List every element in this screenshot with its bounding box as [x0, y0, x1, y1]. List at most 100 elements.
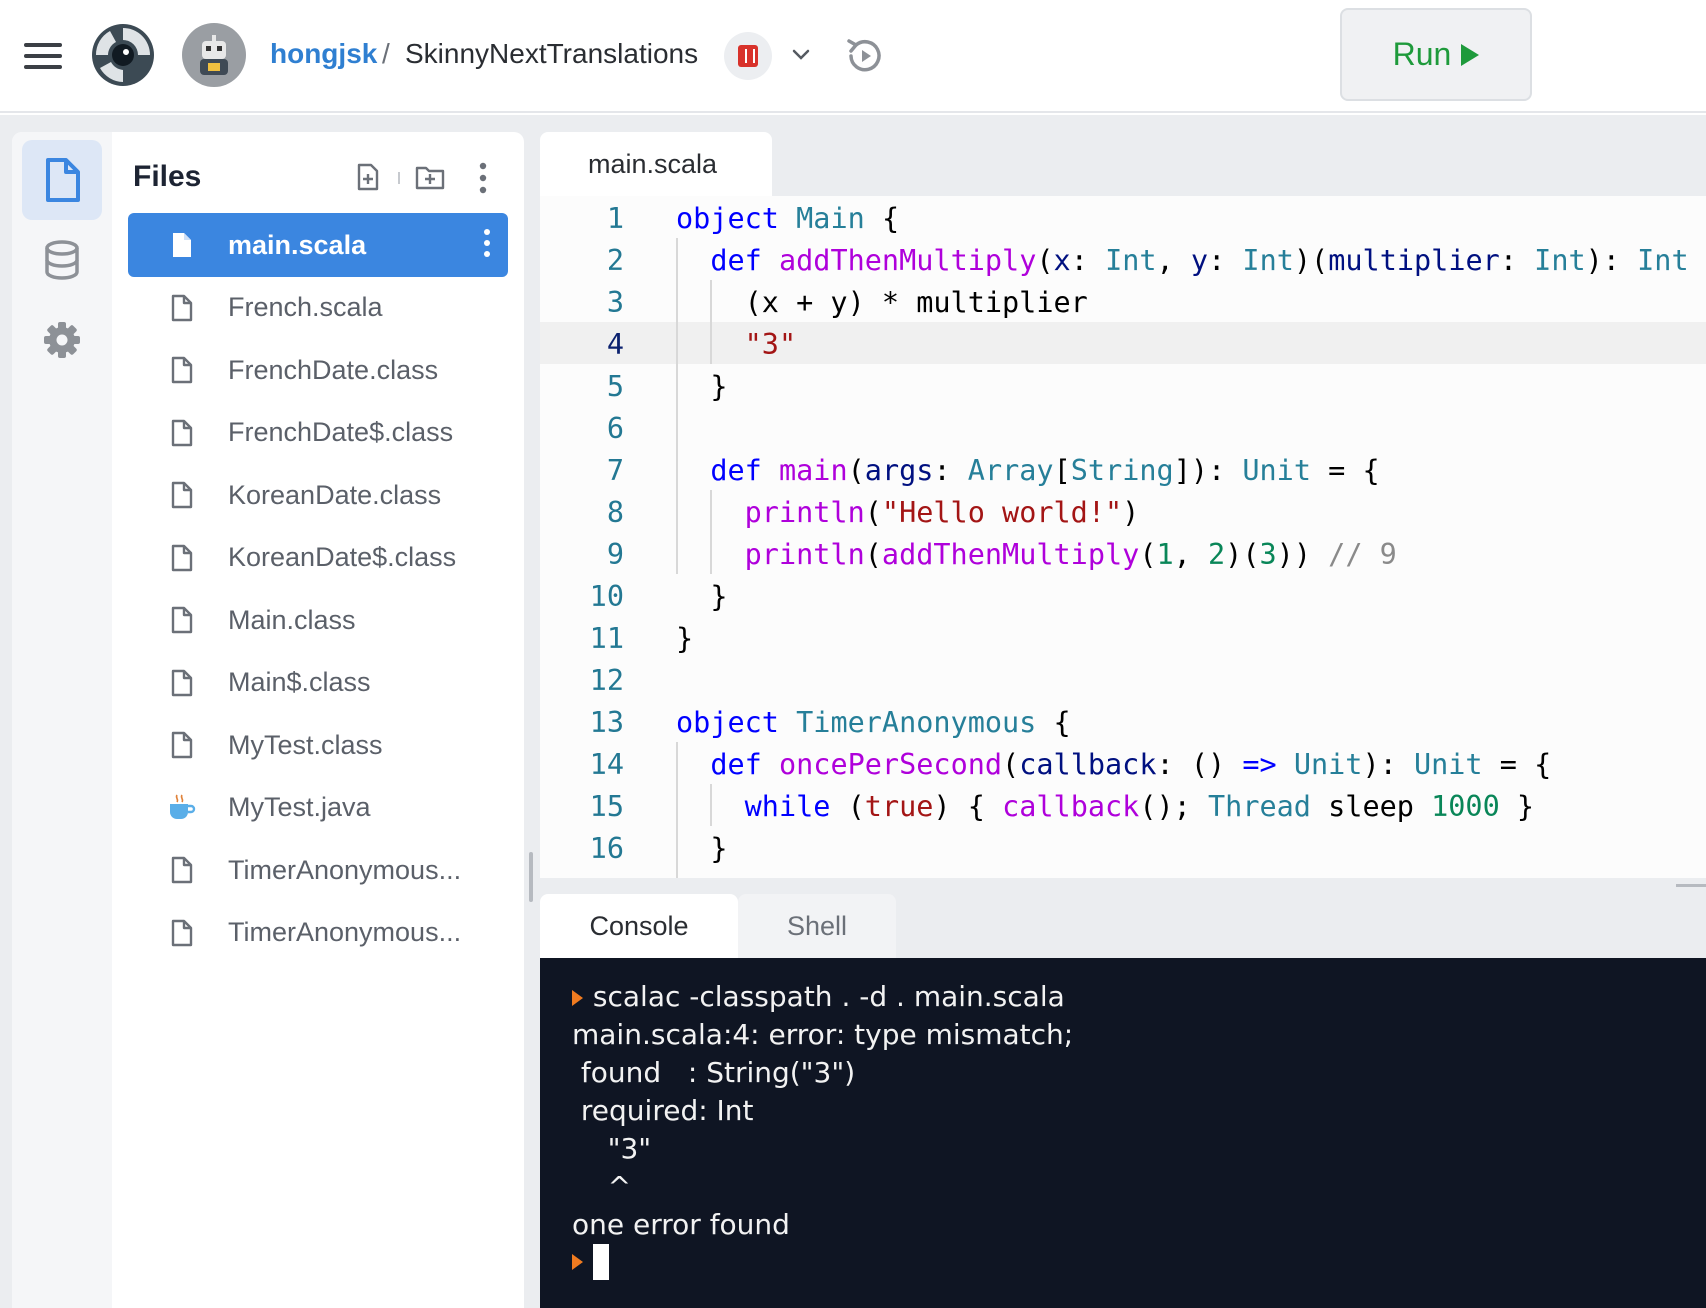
- file-item[interactable]: main.scala: [128, 213, 508, 277]
- code-text: println("Hello world!"): [744, 496, 1140, 529]
- code-text: (x + y) * multiplier: [744, 286, 1088, 319]
- history-icon[interactable]: [843, 34, 887, 78]
- file-name: FrenchDate.class: [228, 354, 439, 385]
- console-input-line[interactable]: [572, 1244, 609, 1280]
- console-output[interactable]: scalac -classpath . -d . main.scala main…: [540, 958, 1706, 1308]
- code-text: }: [676, 622, 694, 655]
- new-file-icon[interactable]: [354, 162, 382, 192]
- files-tool-button[interactable]: [22, 140, 102, 220]
- file-item[interactable]: TimerAnonymous...: [128, 838, 508, 902]
- top-bar: hongjsk / SkinnyNextTranslations Run: [0, 0, 1706, 113]
- file-options-icon[interactable]: [484, 229, 490, 261]
- file-item[interactable]: KoreanDate.class: [128, 463, 508, 527]
- file-name: MyTest.java: [228, 792, 371, 822]
- gear-icon: [44, 322, 80, 358]
- file-icon: [170, 356, 194, 384]
- console-line: one error found: [572, 1208, 790, 1241]
- pane-resize-handle[interactable]: [529, 852, 533, 902]
- line-number: 2: [606, 244, 624, 277]
- console-line: ^: [572, 1170, 632, 1203]
- code-line: 6: [540, 406, 1706, 448]
- chevron-down-icon[interactable]: [790, 44, 812, 66]
- line-number: 11: [589, 622, 624, 655]
- code-text: println(addThenMultiply(1, 2)(3)) // 9: [744, 538, 1397, 571]
- line-number: 12: [589, 664, 624, 697]
- settings-tool-button[interactable]: [22, 300, 102, 380]
- file-icon: [170, 544, 194, 572]
- code-line: 1 object Main {: [540, 196, 1706, 238]
- file-item[interactable]: Main.class: [128, 588, 508, 652]
- file-item[interactable]: FrenchDate.class: [128, 338, 508, 402]
- console-line: required: Int: [572, 1094, 754, 1127]
- play-icon: [1461, 43, 1480, 66]
- file-item[interactable]: FrenchDate$.class: [128, 401, 508, 465]
- line-number: 6: [606, 412, 624, 445]
- text-cursor: [592, 1244, 609, 1280]
- code-text: "3": [744, 328, 797, 361]
- file-icon: [170, 231, 194, 259]
- file-icon: [170, 731, 194, 759]
- code-line: 8 println("Hello world!"): [540, 490, 1706, 532]
- code-line: 9 println(addThenMultiply(1, 2)(3)) // 9: [540, 532, 1706, 574]
- file-name: TimerAnonymous...: [228, 917, 462, 947]
- code-line: 16 }: [540, 826, 1706, 868]
- menu-icon[interactable]: [24, 43, 62, 69]
- code-text: def main(args: Array[String]): Unit = {: [710, 454, 1380, 487]
- database-icon: [45, 240, 79, 280]
- scala-language-icon[interactable]: [724, 32, 772, 80]
- file-item[interactable]: KoreanDate$.class: [128, 526, 508, 590]
- tab-console[interactable]: Console: [540, 894, 738, 958]
- console-tabs: Console Shell: [540, 892, 1706, 958]
- console-command-line: scalac -classpath . -d . main.scala: [572, 980, 1065, 1013]
- new-folder-icon[interactable]: [414, 162, 446, 192]
- file-name: Main$.class: [228, 667, 371, 697]
- code-line-current: 4 "3": [540, 322, 1706, 364]
- code-line: 10 }: [540, 574, 1706, 616]
- database-tool-button[interactable]: [22, 220, 102, 300]
- file-item[interactable]: Main$.class: [128, 651, 508, 715]
- file-item[interactable]: MyTest.class: [128, 713, 508, 777]
- code-text: }: [710, 580, 728, 613]
- editor-console-resize-handle[interactable]: [1676, 884, 1706, 887]
- code-text: }: [710, 370, 728, 403]
- file-name: MyTest.class: [228, 729, 383, 760]
- code-line: 14 def oncePerSecond(callback: () => Uni…: [540, 742, 1706, 784]
- code-line: 12: [540, 658, 1706, 700]
- replit-logo[interactable]: [90, 22, 156, 88]
- file-item[interactable]: French.scala: [128, 276, 508, 340]
- console-line: main.scala:4: error: type mismatch;: [572, 1018, 1074, 1051]
- tab-main-scala[interactable]: main.scala: [540, 132, 772, 196]
- more-options-icon[interactable]: [478, 162, 488, 194]
- code-line: 7 def main(args: Array[String]): Unit = …: [540, 448, 1706, 490]
- file-icon: [170, 669, 194, 697]
- prompt-icon: [572, 1254, 584, 1270]
- run-button[interactable]: Run: [1340, 8, 1532, 101]
- file-icon: [170, 419, 194, 447]
- file-icon: [170, 481, 194, 509]
- line-number: 4: [606, 328, 624, 361]
- files-title: Files: [133, 160, 202, 193]
- user-avatar[interactable]: [182, 23, 246, 87]
- breadcrumb-user[interactable]: hongjsk: [270, 38, 377, 70]
- indent-guide: [676, 238, 678, 574]
- code-line: 3 (x + y) * multiplier: [540, 280, 1706, 322]
- file-icon: [170, 856, 194, 884]
- file-name: Main.class: [228, 604, 356, 635]
- line-number: 9: [606, 538, 624, 571]
- line-number: 3: [606, 286, 624, 319]
- line-number: 16: [589, 832, 624, 865]
- code-editor[interactable]: 1 object Main { 2 def addThenMultiply(x: …: [540, 196, 1706, 878]
- breadcrumb-repo[interactable]: SkinnyNextTranslations: [405, 38, 698, 70]
- line-number: 5: [606, 370, 624, 403]
- tab-shell[interactable]: Shell: [738, 894, 896, 958]
- file-icon: [170, 294, 194, 322]
- robot-avatar-icon: [200, 35, 228, 75]
- indent-guide: [710, 784, 712, 826]
- file-name: TimerAnonymous...: [228, 854, 462, 885]
- code-line: 15 while (true) { callback(); Thread sle…: [540, 784, 1706, 826]
- console-line: found : String("3"): [572, 1056, 856, 1089]
- file-item[interactable]: MyTest.java: [128, 776, 508, 840]
- file-icon: [170, 606, 194, 634]
- indent-guide: [710, 280, 712, 364]
- file-item[interactable]: TimerAnonymous...: [128, 901, 508, 965]
